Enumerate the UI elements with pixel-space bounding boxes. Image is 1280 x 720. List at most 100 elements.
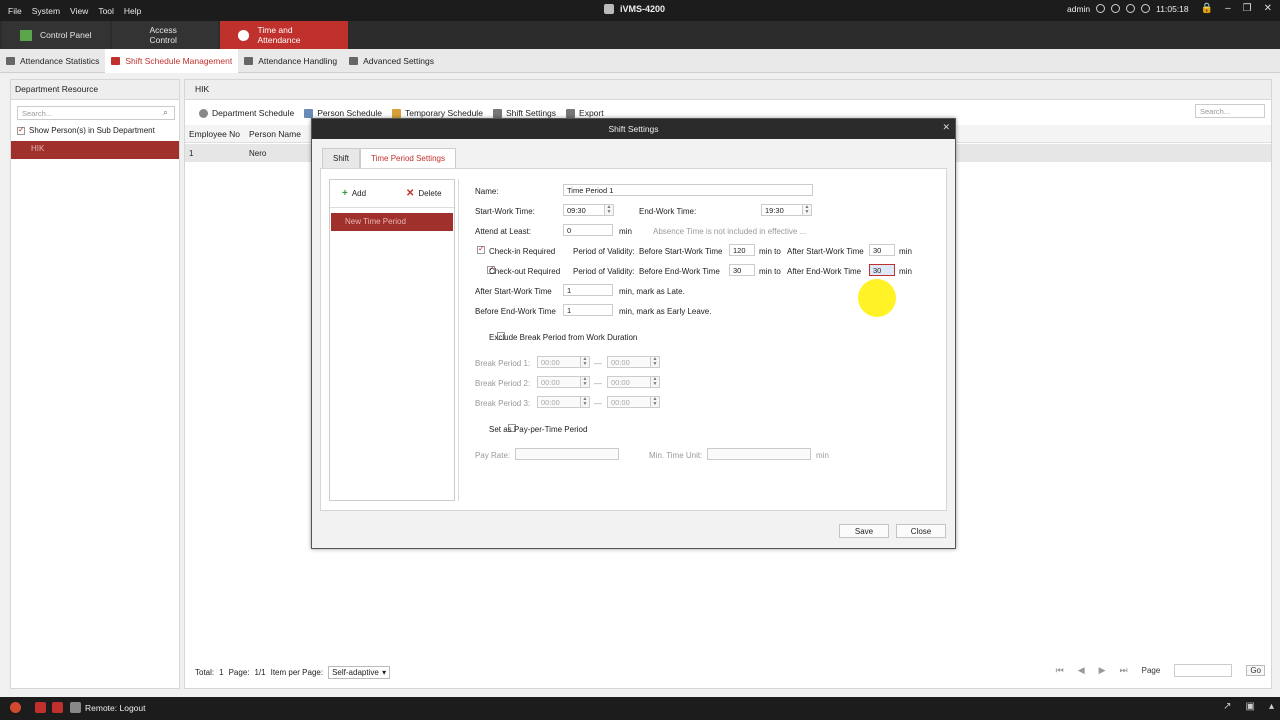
tree-node-hik[interactable]: HIK bbox=[11, 141, 179, 159]
message-icon[interactable] bbox=[52, 702, 63, 713]
before-end-label: Before End-Work Time bbox=[639, 267, 720, 276]
break-period-2-label: Break Period 2: bbox=[475, 379, 531, 388]
add-button[interactable]: + Add bbox=[342, 188, 366, 199]
check-in-required-label: Check-in Required bbox=[489, 247, 556, 256]
divider bbox=[330, 207, 454, 208]
break-2-start-stepper[interactable]: ▲ ▼ bbox=[580, 376, 590, 388]
button-label: Temporary Schedule bbox=[404, 108, 483, 118]
export-button[interactable]: Export bbox=[566, 108, 604, 118]
break-1-end-input[interactable]: 00:00 bbox=[607, 356, 651, 368]
collapse-icon[interactable]: ▴ bbox=[1269, 701, 1274, 712]
validity-label: Period of Validity: bbox=[573, 267, 635, 276]
minimize-icon[interactable]: – bbox=[1225, 3, 1231, 14]
items-per-page-select[interactable]: Self-adaptive ▾ bbox=[328, 666, 391, 679]
menu-system[interactable]: System bbox=[32, 6, 60, 16]
late-label: After Start-Work Time bbox=[475, 287, 552, 296]
close-icon[interactable]: ✕ bbox=[942, 122, 950, 133]
check-out-before-input[interactable]: 30 bbox=[729, 264, 755, 276]
next-page-icon[interactable]: ▶ bbox=[1099, 665, 1106, 676]
cpu-icon[interactable] bbox=[1141, 4, 1151, 13]
record-icon[interactable] bbox=[35, 702, 46, 713]
menu-file[interactable]: File bbox=[8, 6, 22, 16]
break-1-start-input[interactable]: 00:00 bbox=[537, 356, 581, 368]
end-work-time-input[interactable]: 19:30 bbox=[761, 204, 803, 216]
menu-help[interactable]: Help bbox=[124, 6, 141, 16]
lock-icon[interactable]: 🔒 bbox=[1201, 3, 1213, 14]
app-title-text: iVMS-4200 bbox=[620, 4, 666, 14]
restore-icon[interactable]: ❐ bbox=[1243, 3, 1252, 14]
module-tab-bar: Control Panel Access Control Time and At… bbox=[0, 21, 1280, 49]
person-search-input[interactable]: Search... bbox=[1195, 104, 1265, 118]
last-page-icon[interactable]: ⏭ bbox=[1120, 665, 1128, 676]
prev-page-icon[interactable]: ◀ bbox=[1078, 665, 1085, 676]
tab-time-period-settings[interactable]: Time Period Settings bbox=[360, 148, 456, 168]
pay-rate-input[interactable] bbox=[515, 448, 619, 460]
tab-control-panel[interactable]: Control Panel bbox=[2, 21, 110, 49]
break-2-end-stepper[interactable]: ▲ ▼ bbox=[650, 376, 660, 388]
tab-label: Time and Attendance bbox=[257, 25, 301, 45]
expand-icon[interactable]: ▣ bbox=[1246, 701, 1255, 712]
check-out-required-label: Check-out Required bbox=[489, 267, 561, 276]
close-button[interactable]: Close bbox=[896, 524, 946, 538]
person-schedule-button[interactable]: Person Schedule bbox=[304, 108, 382, 118]
dash: — bbox=[594, 379, 602, 388]
page-number-input[interactable] bbox=[1174, 664, 1233, 677]
check-in-after-input[interactable]: 30 bbox=[869, 244, 895, 256]
shift-settings-button[interactable]: Shift Settings bbox=[492, 108, 556, 118]
settings-icon[interactable] bbox=[1111, 4, 1121, 13]
department-schedule-button[interactable]: Department Schedule bbox=[199, 108, 294, 118]
break-2-end-input[interactable]: 00:00 bbox=[607, 376, 651, 388]
start-work-time-label: Start-Work Time: bbox=[475, 207, 535, 216]
late-threshold-input[interactable]: 1 bbox=[563, 284, 613, 296]
subtab-shift-schedule-management[interactable]: Shift Schedule Management bbox=[105, 48, 239, 73]
break-3-start-input[interactable]: 00:00 bbox=[537, 396, 581, 408]
globe-icon[interactable] bbox=[1096, 4, 1106, 13]
break-1-start-stepper[interactable]: ▲ ▼ bbox=[580, 356, 590, 368]
after-end-label: After End-Work Time bbox=[787, 267, 862, 276]
attend-at-least-input[interactable]: 0 bbox=[563, 224, 613, 236]
show-sub-department[interactable]: Show Person(s) in Sub Department bbox=[17, 125, 155, 135]
temporary-schedule-button[interactable]: Temporary Schedule bbox=[391, 108, 483, 118]
check-in-before-input[interactable]: 120 bbox=[729, 244, 755, 256]
subtab-attendance-handling[interactable]: Attendance Handling bbox=[238, 49, 343, 73]
break-2-start-input[interactable]: 00:00 bbox=[537, 376, 581, 388]
name-input[interactable]: Time Period 1 bbox=[563, 184, 813, 196]
break-3-end-stepper[interactable]: ▲ ▼ bbox=[650, 396, 660, 408]
break-3-end-input[interactable]: 00:00 bbox=[607, 396, 651, 408]
monitor-icon[interactable] bbox=[1126, 4, 1136, 13]
col-employee-no[interactable]: Employee No bbox=[185, 129, 245, 139]
break-1-end-stepper[interactable]: ▲ ▼ bbox=[650, 356, 660, 368]
min-time-unit-input[interactable] bbox=[707, 448, 811, 460]
pin-icon[interactable]: ↗ bbox=[1223, 701, 1231, 712]
menu-view[interactable]: View bbox=[70, 6, 88, 16]
delete-button[interactable]: ✕ Delete bbox=[406, 188, 442, 199]
department-search-input[interactable]: Search... bbox=[17, 106, 175, 120]
alarm-icon[interactable] bbox=[10, 702, 21, 713]
start-work-time-input[interactable]: 09:30 bbox=[563, 204, 605, 216]
break-3-start-stepper[interactable]: ▲ ▼ bbox=[580, 396, 590, 408]
user-name[interactable]: admin bbox=[1067, 4, 1090, 14]
tab-access-control[interactable]: Access Control bbox=[112, 21, 218, 49]
go-button[interactable]: Go bbox=[1246, 665, 1265, 676]
show-sub-checkbox[interactable] bbox=[17, 125, 25, 135]
subtab-attendance-statistics[interactable]: Attendance Statistics bbox=[0, 49, 105, 73]
first-page-icon[interactable]: ⏮ bbox=[1056, 665, 1064, 676]
menu-tool[interactable]: Tool bbox=[98, 6, 114, 16]
window-close-icon[interactable]: ✕ bbox=[1264, 3, 1272, 14]
subtab-advanced-settings[interactable]: Advanced Settings bbox=[343, 49, 440, 73]
tab-time-attendance[interactable]: Time and Attendance bbox=[220, 21, 348, 49]
end-time-stepper[interactable]: ▲ ▼ bbox=[802, 204, 812, 216]
start-time-stepper[interactable]: ▲ ▼ bbox=[604, 204, 614, 216]
list-item[interactable]: New Time Period bbox=[331, 213, 453, 231]
tab-shift[interactable]: Shift bbox=[322, 148, 361, 168]
remote-logout[interactable]: Remote: Logout bbox=[85, 703, 145, 713]
check-in-required-checkbox[interactable] bbox=[477, 244, 485, 254]
early-leave-input[interactable]: 1 bbox=[563, 304, 613, 316]
exclude-break-label: Exclude Break Period from Work Duration bbox=[489, 333, 638, 342]
save-button[interactable]: Save bbox=[839, 524, 889, 538]
person-icon[interactable] bbox=[70, 702, 81, 713]
check-out-after-input[interactable]: 30 bbox=[869, 264, 895, 276]
total-count: 1 bbox=[219, 668, 224, 677]
search-icon[interactable]: ⌕ bbox=[163, 107, 174, 119]
page-count: 1/1 bbox=[254, 668, 266, 677]
